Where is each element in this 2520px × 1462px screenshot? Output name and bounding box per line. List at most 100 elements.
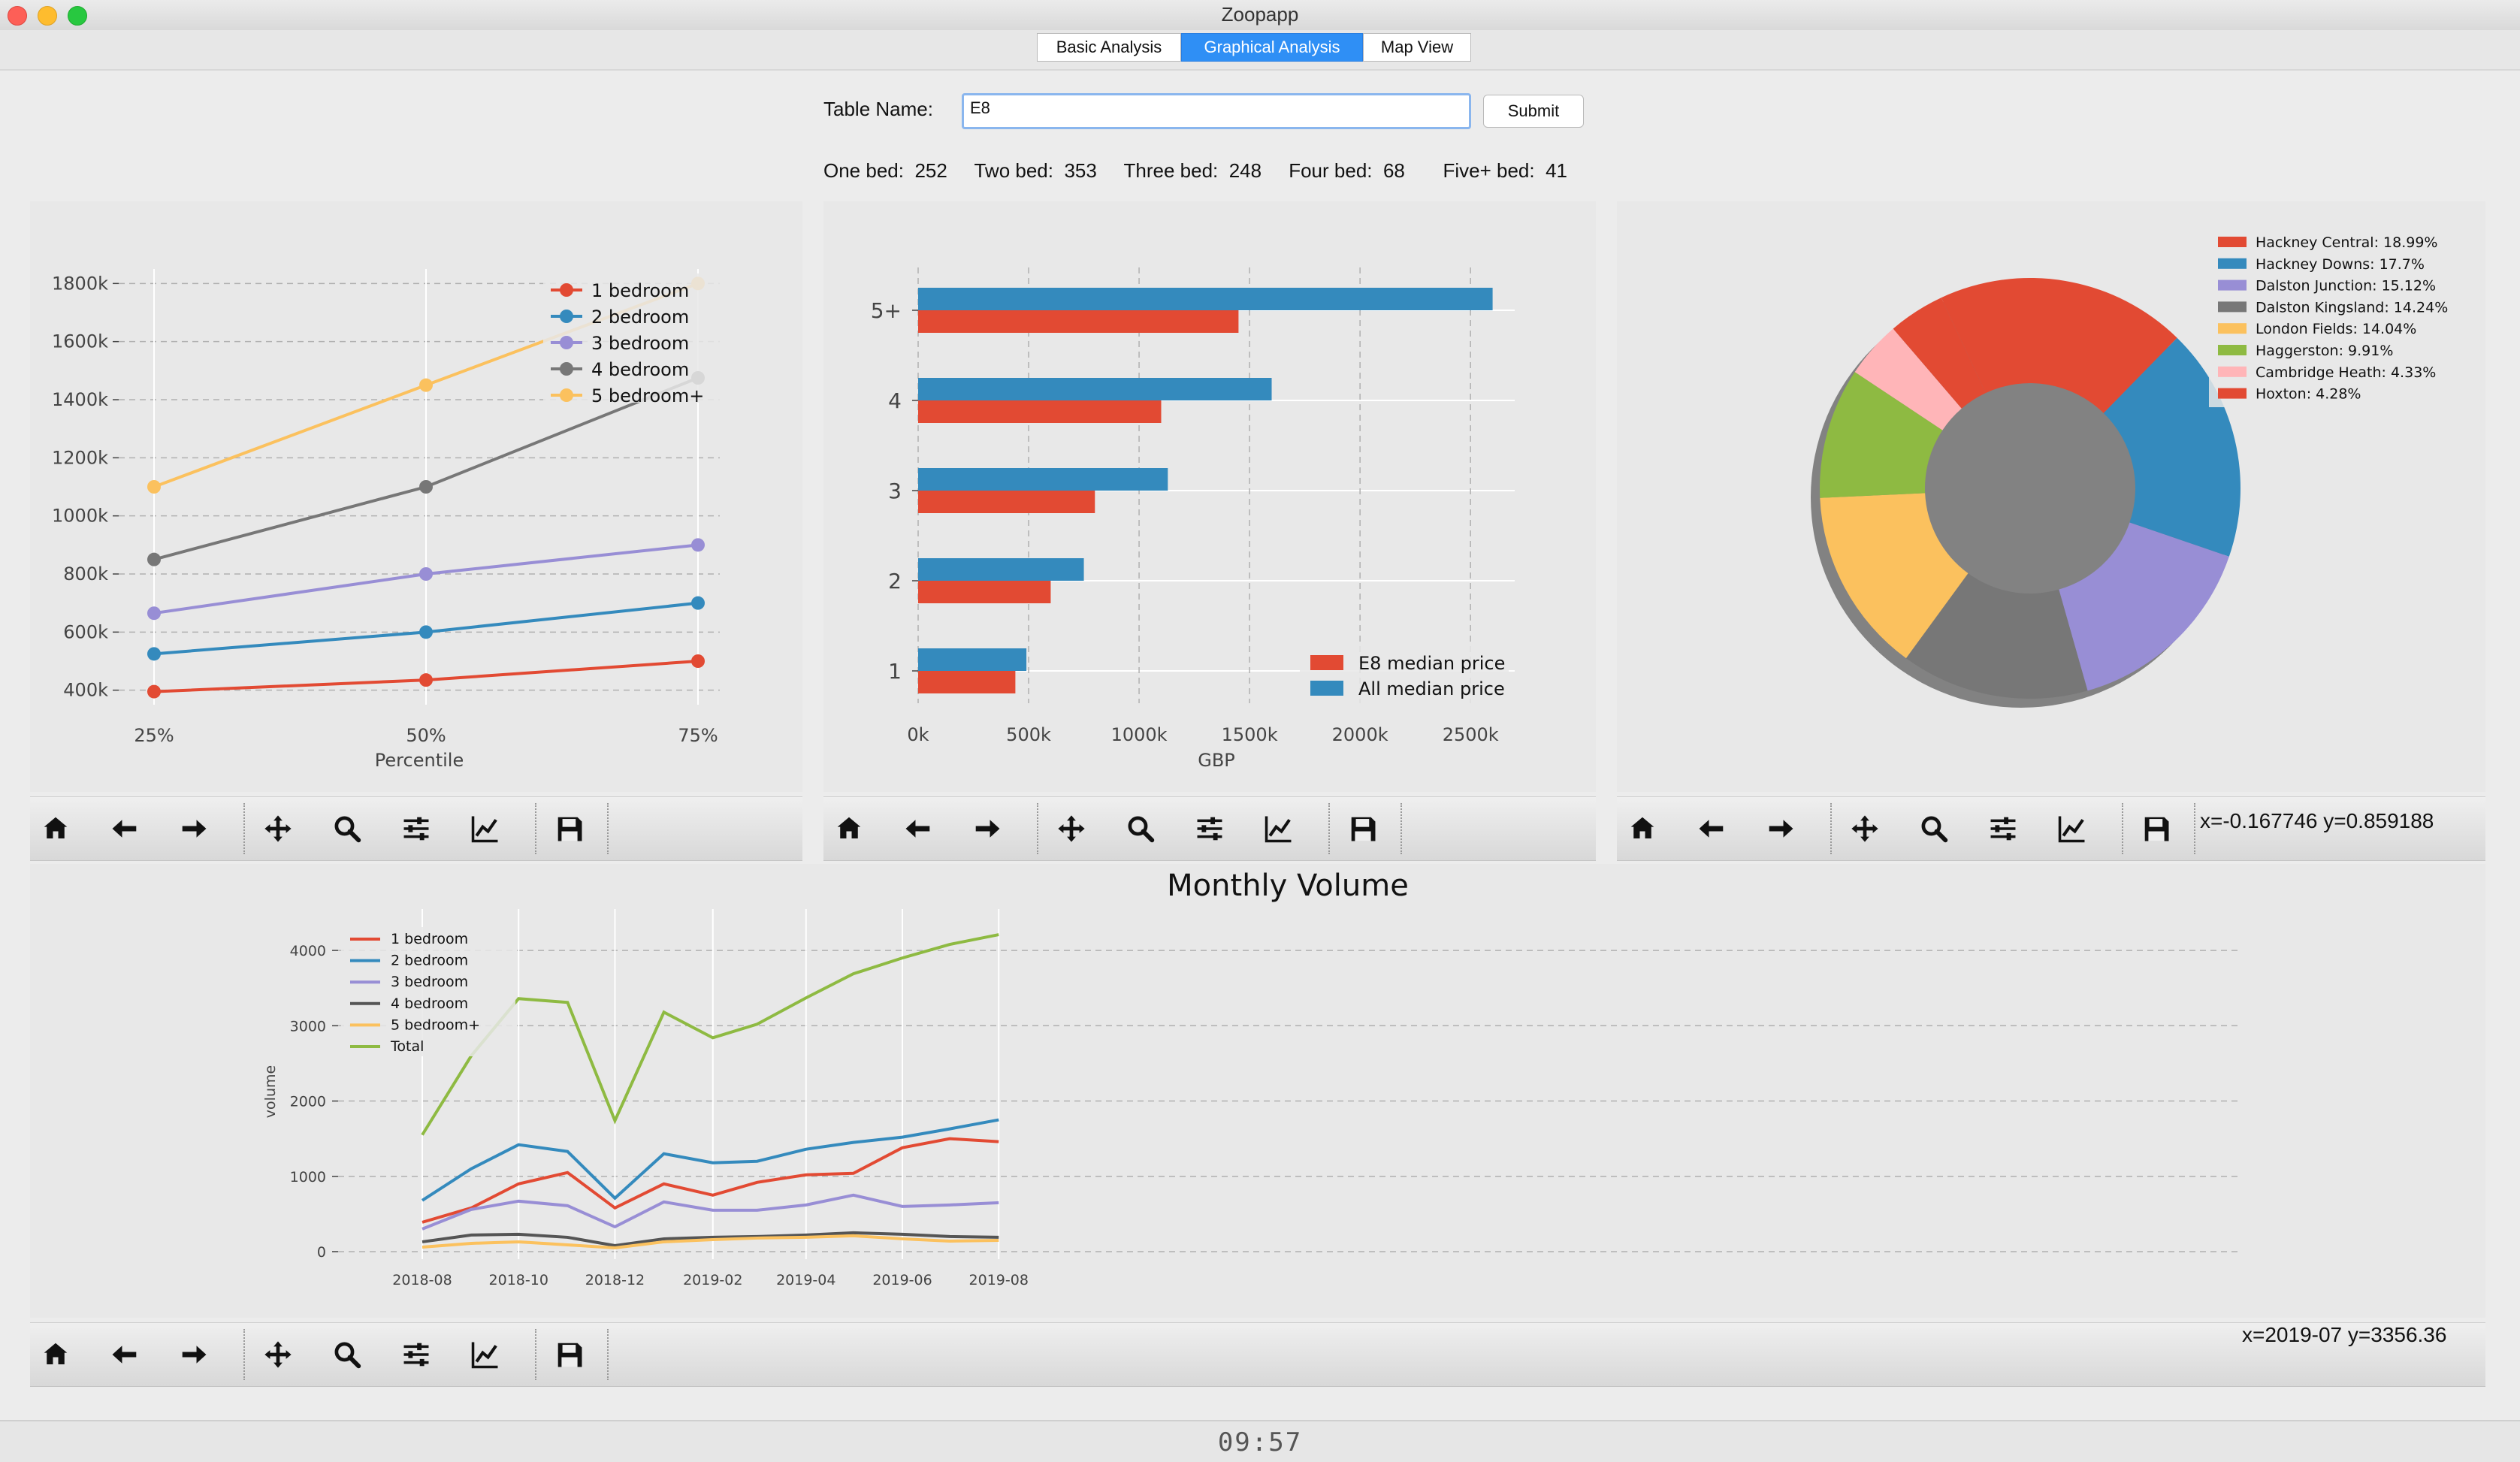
- legend-label: London Fields: 14.04%: [2256, 321, 2416, 337]
- home-button[interactable]: [35, 809, 77, 848]
- cursor-coordinates: x=-0.167746 y=0.859188: [2200, 809, 2434, 832]
- legend-swatch: [2218, 323, 2247, 334]
- x-tick-label: 2000k: [1332, 724, 1388, 745]
- x-tick-label: 50%: [406, 725, 446, 746]
- home-icon: [44, 1343, 68, 1364]
- monthly-volume-line-chart[interactable]: Monthly Volume 0 1000 2000 3000 4000 2018-08 20…: [30, 864, 2485, 1318]
- y-tick-label: 1200k: [52, 447, 108, 468]
- zoom-button[interactable]: [1119, 809, 1162, 848]
- zoom-button[interactable]: [1913, 809, 1955, 848]
- home-icon: [837, 817, 861, 838]
- bar: [918, 400, 1162, 423]
- configure-subplots-button[interactable]: [1982, 809, 2024, 848]
- tab-map-view[interactable]: Map View: [1363, 33, 1471, 62]
- edit-axis-button[interactable]: [2051, 809, 2093, 848]
- legend-label: 4 bedroom: [591, 359, 689, 380]
- legend-label: 5 bedroom+: [391, 1016, 480, 1033]
- toolbar-separator: [535, 803, 536, 854]
- legend-marker: [560, 336, 573, 349]
- back-arrow-button[interactable]: [104, 809, 146, 848]
- x-tick-label: 2500k: [1443, 724, 1499, 745]
- forward-arrow-icon: [182, 820, 207, 838]
- status-bar: 09:57: [0, 1420, 2520, 1462]
- x-tick-label: 2019-08: [969, 1272, 1029, 1288]
- area-share-donut-chart[interactable]: Hackney Central: 18.99% Hackney Downs: 17…: [1617, 201, 2485, 792]
- home-button[interactable]: [1621, 809, 1663, 848]
- y-tick-label: 1600k: [52, 331, 108, 352]
- clock-display: 09:57: [1217, 1427, 1303, 1457]
- data-point: [419, 378, 433, 392]
- zoom-icon: [1128, 816, 1155, 843]
- back-arrow-button[interactable]: [897, 809, 939, 848]
- legend-swatch: [2218, 301, 2247, 313]
- chart-legend: E8 median price All median price: [1300, 646, 1509, 703]
- percentile-line-chart[interactable]: 400k 600k 800k 1000k 1200k 1400k 1600k 1800k 25%…: [30, 201, 802, 792]
- legend-label: 5 bedroom+: [591, 385, 704, 406]
- count-label: One bed:: [823, 159, 904, 182]
- legend-marker: [560, 388, 573, 402]
- chart-legend: 1 bedroom 2 bedroom 3 bedroom 4 bedroom 5 be…: [543, 273, 746, 406]
- chart-title: Monthly Volume: [1167, 868, 1409, 903]
- save-icon: [2144, 817, 2169, 841]
- zoom-button[interactable]: [326, 1335, 368, 1374]
- data-point: [419, 625, 433, 639]
- tab-graphical-analysis[interactable]: Graphical Analysis: [1181, 33, 1363, 62]
- data-point: [691, 654, 705, 668]
- forward-arrow-button[interactable]: [173, 1335, 215, 1374]
- home-button[interactable]: [828, 809, 870, 848]
- bedroom-counts: One bed: 252 Two bed: 353 Three bed: 248…: [823, 159, 1567, 183]
- pan-button[interactable]: [1050, 809, 1092, 848]
- pan-button[interactable]: [257, 1335, 299, 1374]
- x-tick-label: 0k: [907, 724, 929, 745]
- edit-axis-button[interactable]: [464, 809, 506, 848]
- home-button[interactable]: [35, 1335, 77, 1374]
- count-value: 41: [1546, 159, 1567, 182]
- data-point: [147, 684, 161, 699]
- legend-label: 3 bedroom: [391, 974, 468, 990]
- y-tick-label: 400k: [63, 680, 108, 701]
- pan-button[interactable]: [257, 809, 299, 848]
- back-arrow-icon: [112, 820, 137, 838]
- legend-swatch: [1310, 655, 1343, 670]
- data-point: [419, 567, 433, 581]
- toolbar-separator: [1037, 803, 1038, 854]
- tab-basic-analysis[interactable]: Basic Analysis: [1037, 33, 1181, 62]
- legend-label: E8 median price: [1358, 653, 1505, 674]
- back-arrow-icon: [1699, 820, 1724, 838]
- y-tick-label: 1400k: [52, 389, 108, 410]
- count-label: Three bed:: [1123, 159, 1219, 182]
- edit-axis-button[interactable]: [464, 1335, 506, 1374]
- configure-subplots-button[interactable]: [1189, 809, 1231, 848]
- plot-toolbar: x=-0.167746 y=0.859188: [1617, 796, 2485, 861]
- legend-swatch: [2218, 388, 2247, 399]
- y-tick-label: 1: [888, 659, 902, 684]
- pan-button[interactable]: [1844, 809, 1886, 848]
- configure-subplots-button[interactable]: [395, 1335, 437, 1374]
- submit-button[interactable]: Submit: [1483, 95, 1584, 128]
- configure-subplots-button[interactable]: [395, 809, 437, 848]
- back-arrow-icon: [905, 820, 930, 838]
- save-button[interactable]: [1342, 809, 1384, 848]
- table-name-input[interactable]: E8: [962, 93, 1471, 129]
- forward-arrow-button[interactable]: [966, 809, 1008, 848]
- save-button[interactable]: [548, 1335, 591, 1374]
- count-value: 353: [1064, 159, 1097, 182]
- zoom-button[interactable]: [326, 809, 368, 848]
- legend-label: Dalston Junction: 15.12%: [2256, 278, 2436, 295]
- count-label: Four bed:: [1289, 159, 1373, 182]
- forward-arrow-button[interactable]: [1760, 809, 1802, 848]
- legend-label: Haggerston: 9.91%: [2256, 343, 2393, 359]
- bar: [918, 310, 1239, 333]
- median-price-bar-chart[interactable]: 0k 500k 1000k 1500k 2000k 2500k 1 2 3 4 5+ GBP E8 me…: [823, 201, 1596, 792]
- back-arrow-button[interactable]: [104, 1335, 146, 1374]
- legend-label: Hackney Downs: 17.7%: [2256, 256, 2425, 273]
- save-button[interactable]: [2135, 809, 2177, 848]
- x-axis-label: GBP: [1198, 750, 1235, 771]
- pan-icon: [1851, 815, 1878, 842]
- back-arrow-button[interactable]: [1691, 809, 1733, 848]
- edit-axis-button[interactable]: [1258, 809, 1300, 848]
- data-point: [419, 673, 433, 687]
- forward-arrow-button[interactable]: [173, 809, 215, 848]
- save-button[interactable]: [548, 809, 591, 848]
- y-tick-label: 3: [888, 479, 902, 503]
